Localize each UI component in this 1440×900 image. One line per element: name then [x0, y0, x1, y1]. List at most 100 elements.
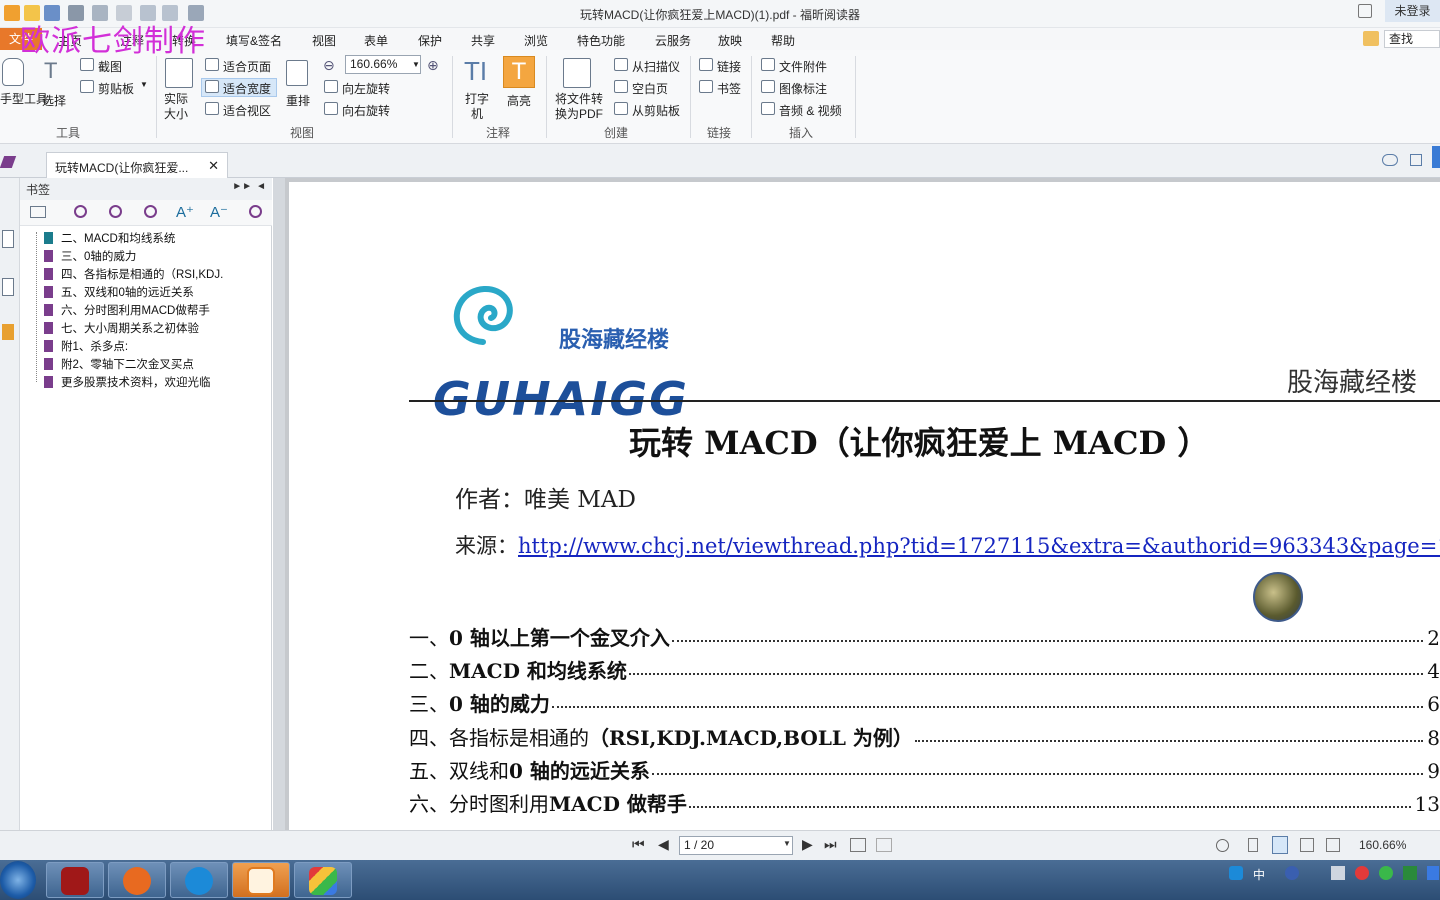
zoom-select[interactable]: 160.66% [345, 55, 421, 74]
toc-entry[interactable]: 二、 MACD 和均线系统 4 [409, 655, 1440, 684]
image-annotation-button[interactable]: 图像标注 [779, 80, 827, 97]
single-page-icon[interactable] [1248, 838, 1258, 852]
help-icon[interactable] [1285, 866, 1299, 880]
ime-indicator[interactable]: 中 [1253, 866, 1265, 883]
first-page-icon[interactable]: ⏮ [632, 836, 645, 853]
menu-form[interactable]: 表单 [364, 32, 388, 49]
highlight-button[interactable]: 高亮 [507, 92, 531, 109]
bookmark-item[interactable]: 四、各指标是相通的（RSI,KDJ. [44, 266, 223, 282]
blank-page-button[interactable]: 空白页 [632, 80, 668, 97]
expand-panel-icon[interactable]: ►► [232, 181, 252, 192]
fit-page-button[interactable]: 适合页面 [223, 58, 271, 75]
continuous-facing-icon[interactable] [1326, 838, 1340, 852]
continuous-page-icon[interactable] [1272, 836, 1288, 854]
zoom-dropdown-icon[interactable]: ▼ [412, 60, 420, 69]
layers-panel-icon[interactable] [2, 278, 14, 296]
menu-protect[interactable]: 保护 [418, 32, 442, 49]
select-button[interactable]: 选择 [42, 92, 66, 109]
bookmark-item[interactable]: 附2、零轴下二次金叉买点 [44, 356, 194, 372]
audio-video-button[interactable]: 音频 & 视频 [779, 102, 842, 119]
menu-fill-sign[interactable]: 填写&签名 [226, 32, 282, 49]
collapse-panel-icon[interactable]: ◄ [256, 181, 266, 192]
bookmark-item[interactable]: 三、0轴的威力 [44, 248, 136, 264]
volume-icon[interactable] [1427, 866, 1439, 880]
search-input[interactable]: 查找 [1384, 30, 1440, 48]
rotate-right-button[interactable]: 向右旋转 [342, 102, 390, 119]
cloud-icon[interactable] [1382, 154, 1398, 166]
bookmark-new-icon[interactable] [109, 205, 122, 218]
clock-icon[interactable] [1216, 839, 1229, 852]
taskbar-app-other[interactable] [294, 862, 352, 898]
bookmark-item[interactable]: 六、分时图利用MACD做帮手 [44, 302, 210, 318]
menu-slideshow[interactable]: 放映 [718, 32, 742, 49]
menu-view[interactable]: 视图 [312, 32, 336, 49]
side-tab-icon[interactable] [1432, 146, 1440, 168]
last-page-icon[interactable]: ⏭ [824, 836, 837, 853]
security-icon[interactable] [1379, 866, 1393, 880]
chevron-down-icon[interactable]: ▼ [140, 80, 148, 89]
bookmark-find-icon[interactable] [249, 205, 262, 218]
convert-pdf-button[interactable]: 将文件转换为PDF [554, 92, 604, 122]
toc-entry[interactable]: 三、 0 轴的威力 6 [409, 688, 1440, 717]
prev-page-icon[interactable]: ◀ [658, 836, 669, 853]
zoom-in-icon[interactable]: ⊕ [427, 57, 439, 74]
document-tab[interactable]: 玩转MACD(让你疯狂爱... ✕ [46, 152, 228, 178]
font-increase-icon[interactable]: A⁺ [176, 203, 194, 221]
toc-entry[interactable]: 六、分时图利用 MACD 做帮手 13 [409, 788, 1440, 817]
bookmark-item[interactable]: 五、双线和0轴的远近关系 [44, 284, 194, 300]
menu-help[interactable]: 帮助 [771, 32, 795, 49]
bookmark-item[interactable]: 二、MACD和均线系统 [44, 230, 175, 246]
reflow-button[interactable]: 重排 [286, 92, 310, 109]
qq-input-icon[interactable] [1229, 866, 1243, 880]
toc-entry[interactable]: 四、各指标是相通的 （RSI,KDJ.MACD,BOLL 为例） 8 [409, 722, 1440, 751]
clipboard-button[interactable]: 剪贴板 [98, 80, 134, 97]
shield-icon[interactable] [1403, 866, 1417, 880]
page-dropdown-icon[interactable]: ▼ [783, 839, 791, 848]
fit-width-button[interactable]: 适合宽度 [223, 80, 271, 97]
panel-splitter[interactable] [273, 178, 285, 830]
bookmark-add-button[interactable]: 书签 [717, 80, 741, 97]
page-number-input[interactable]: 1 / 20 [679, 836, 793, 855]
actual-size-button[interactable]: 实际大小 [164, 92, 192, 122]
fit-visible-button[interactable]: 适合视区 [223, 102, 271, 119]
comments-panel-icon[interactable] [2, 324, 14, 340]
rotate-left-button[interactable]: 向左旋转 [342, 80, 390, 97]
login-button[interactable]: 未登录 [1385, 0, 1440, 22]
bookmark-expand-icon[interactable] [74, 205, 87, 218]
zoom-out-icon[interactable]: ⊖ [323, 57, 335, 74]
taskbar-app-stock[interactable] [46, 862, 104, 898]
folder-search-icon[interactable] [1363, 31, 1379, 46]
bookmark-item[interactable]: 七、大小周期关系之初体验 [44, 320, 199, 336]
start-button[interactable] [0, 861, 36, 899]
highlight-icon[interactable]: T [503, 56, 535, 88]
link-button[interactable]: 链接 [717, 58, 741, 75]
bookmark-item[interactable]: 更多股票技术资料，欢迎光临 [44, 374, 211, 390]
typewriter-button[interactable]: 打字机 [465, 92, 489, 122]
window-mode-icon[interactable] [1410, 154, 1422, 166]
pages-panel-icon[interactable] [2, 230, 14, 248]
menu-cloud[interactable]: 云服务 [655, 32, 691, 49]
taskbar-app-pdf[interactable] [232, 862, 290, 898]
close-tab-icon[interactable]: ✕ [208, 158, 219, 174]
network-icon[interactable] [1331, 866, 1345, 880]
toc-entry[interactable]: 一、 0 轴以上第一个金叉介入 2 [409, 622, 1440, 651]
font-decrease-icon[interactable]: A⁻ [210, 203, 228, 221]
menu-features[interactable]: 特色功能 [577, 32, 625, 49]
menu-share[interactable]: 共享 [471, 32, 495, 49]
skin-icon[interactable] [1358, 4, 1372, 18]
menu-browse[interactable]: 浏览 [524, 32, 548, 49]
next-view-icon[interactable] [876, 838, 892, 852]
from-clipboard-button[interactable]: 从剪贴板 [632, 102, 680, 119]
bookmark-delete-icon[interactable] [144, 205, 157, 218]
from-scanner-button[interactable]: 从扫描仪 [632, 58, 680, 75]
hand-tool-icon[interactable] [2, 58, 24, 86]
taskbar-app-player[interactable] [108, 862, 166, 898]
source-link[interactable]: http://www.chcj.net/viewthread.php?tid=1… [518, 534, 1440, 558]
toc-entry[interactable]: 五、双线和 0 轴的远近关系 9 [409, 755, 1440, 784]
bookmark-item[interactable]: 附1、杀多点: [44, 338, 128, 354]
qq-icon[interactable] [1355, 866, 1369, 880]
screenshot-button[interactable]: 截图 [98, 58, 122, 75]
facing-page-icon[interactable] [1300, 838, 1314, 852]
zoom-status[interactable]: 160.66% [1359, 838, 1406, 852]
bookmark-options-icon[interactable] [30, 206, 46, 218]
